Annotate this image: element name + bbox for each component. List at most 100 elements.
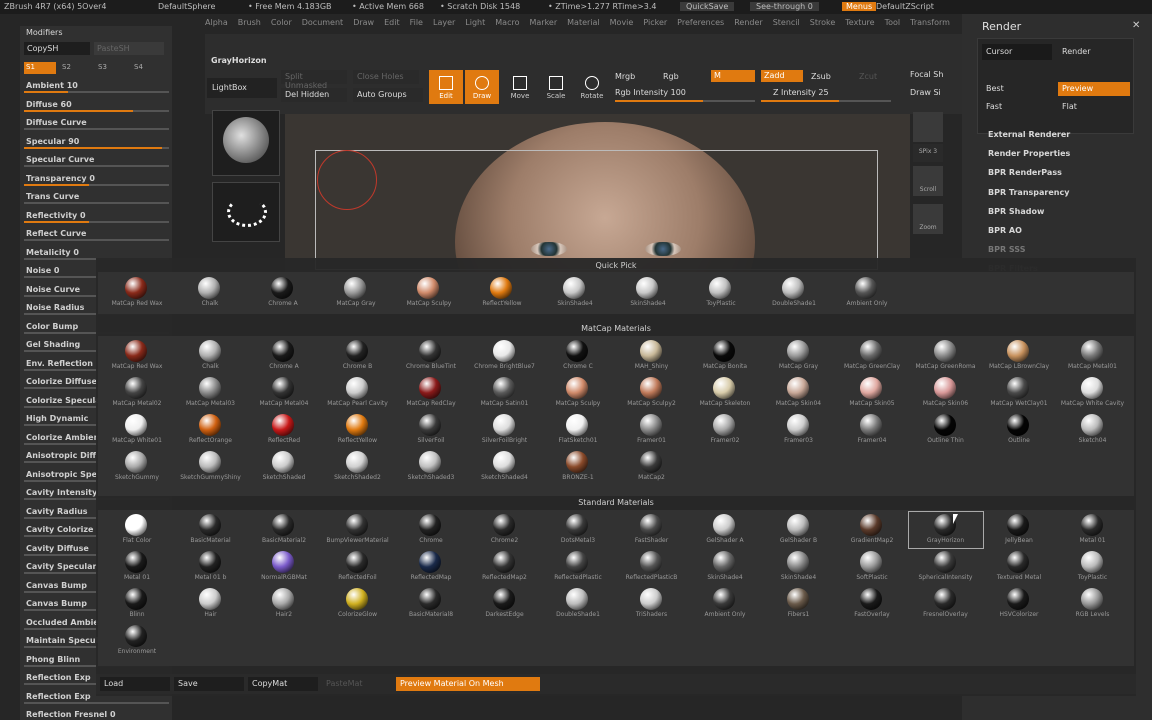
menu-item-movie[interactable]: Movie: [610, 18, 634, 27]
material-swatch[interactable]: Blinn: [100, 586, 174, 622]
material-swatch[interactable]: Chrome2: [468, 512, 542, 548]
flat-button[interactable]: Flat: [1058, 100, 1130, 114]
preview-material-on-mesh-button[interactable]: Preview Material On Mesh: [396, 677, 540, 691]
spix-slider[interactable]: SPix 3: [913, 144, 943, 162]
focal-shift-slider[interactable]: Focal Sh: [910, 70, 943, 79]
mrgb-button[interactable]: Mrgb: [615, 72, 635, 81]
material-swatch[interactable]: SkinShade4: [611, 275, 685, 311]
material-swatch[interactable]: FastOverlay: [835, 586, 909, 622]
move-button[interactable]: Move: [503, 70, 537, 104]
shader-slot-3[interactable]: S3: [96, 62, 128, 74]
material-swatch[interactable]: Chalk: [174, 338, 248, 374]
material-swatch[interactable]: BumpViewerMaterial: [321, 512, 395, 548]
material-swatch[interactable]: Outline Thin: [909, 412, 983, 448]
close-icon[interactable]: ✕: [1132, 20, 1140, 31]
material-swatch[interactable]: Framer01: [615, 412, 689, 448]
menu-item-file[interactable]: File: [410, 18, 423, 27]
material-swatch[interactable]: BasicMaterial2: [247, 512, 321, 548]
material-swatch[interactable]: TriShaders: [615, 586, 689, 622]
material-swatch[interactable]: ReflectOrange: [174, 412, 248, 448]
menu-item-texture[interactable]: Texture: [845, 18, 874, 27]
material-swatch[interactable]: MatCap Metal04: [247, 375, 321, 411]
material-swatch[interactable]: Flat Color: [100, 512, 174, 548]
material-swatch[interactable]: MatCap RedClay: [394, 375, 468, 411]
current-stroke-thumbnail[interactable]: [212, 182, 280, 242]
modifier-slider[interactable]: Reflection Fresnel 0: [24, 709, 169, 720]
material-swatch[interactable]: DoubleShade1: [541, 586, 615, 622]
material-swatch[interactable]: MatCap Metal01: [1056, 338, 1130, 374]
rotate-button[interactable]: Rotate: [575, 70, 609, 104]
material-swatch[interactable]: MatCap2: [615, 449, 689, 485]
material-swatch[interactable]: RGB Levels: [1056, 586, 1130, 622]
material-swatch[interactable]: SketchShaded4: [468, 449, 542, 485]
modifier-slider[interactable]: Diffuse Curve: [24, 117, 169, 131]
material-swatch[interactable]: MatCap LBrownClay: [982, 338, 1056, 374]
material-swatch[interactable]: Hair: [174, 586, 248, 622]
material-swatch[interactable]: DarkestEdge: [468, 586, 542, 622]
material-swatch[interactable]: Ambient Only: [830, 275, 904, 311]
material-swatch[interactable]: Chrome A: [246, 275, 320, 311]
material-swatch[interactable]: MatCap White Cavity: [1056, 375, 1130, 411]
material-swatch[interactable]: DotsMetal3: [541, 512, 615, 548]
zcut-button[interactable]: Zcut: [859, 72, 877, 81]
material-swatch[interactable]: Metal 01: [1056, 512, 1130, 548]
menu-item-marker[interactable]: Marker: [529, 18, 557, 27]
menus-button[interactable]: Menus: [842, 2, 877, 11]
zoom-button[interactable]: Zoom: [913, 204, 943, 234]
bpr-button[interactable]: [913, 112, 943, 142]
material-swatch[interactable]: Framer04: [835, 412, 909, 448]
material-swatch[interactable]: MatCap Sculpy2: [615, 375, 689, 411]
menu-item-light[interactable]: Light: [465, 18, 485, 27]
fast-button[interactable]: Fast: [982, 100, 1054, 114]
render-item[interactable]: BPR RenderPass: [988, 168, 1062, 177]
material-swatch[interactable]: MatCap Gray: [319, 275, 393, 311]
z-intensity-slider[interactable]: Z Intensity 25: [773, 88, 829, 97]
render-item[interactable]: BPR AO: [988, 226, 1022, 235]
menu-item-material[interactable]: Material: [567, 18, 600, 27]
material-swatch[interactable]: SkinShade4: [538, 275, 612, 311]
material-swatch[interactable]: SketchShaded2: [321, 449, 395, 485]
material-swatch[interactable]: GelShader B: [762, 512, 836, 548]
material-swatch[interactable]: Framer03: [762, 412, 836, 448]
material-swatch[interactable]: ReflectedFoil: [321, 549, 395, 585]
material-swatch[interactable]: Sketch04: [1056, 412, 1130, 448]
material-swatch[interactable]: SilverFoil: [394, 412, 468, 448]
material-swatch[interactable]: MatCap Sculpy: [392, 275, 466, 311]
modifier-slider[interactable]: Reflect Curve: [24, 228, 169, 242]
menu-item-macro[interactable]: Macro: [495, 18, 519, 27]
menu-item-picker[interactable]: Picker: [643, 18, 667, 27]
material-swatch[interactable]: Ambient Only: [688, 586, 762, 622]
render-item[interactable]: BPR SSS: [988, 245, 1025, 254]
material-swatch[interactable]: SketchShaded: [247, 449, 321, 485]
scale-button[interactable]: Scale: [539, 70, 573, 104]
material-swatch[interactable]: Metal 01 b: [174, 549, 248, 585]
draw-size-slider[interactable]: Draw Si: [910, 88, 941, 97]
material-swatch[interactable]: SilverFoilBright: [468, 412, 542, 448]
draw-button[interactable]: Draw: [465, 70, 499, 104]
material-swatch[interactable]: SketchGummyShiny: [174, 449, 248, 485]
material-swatch[interactable]: HSVColorizer: [982, 586, 1056, 622]
material-swatch[interactable]: GrayHorizon: [907, 511, 984, 549]
material-swatch[interactable]: SketchShaded3: [394, 449, 468, 485]
material-swatch[interactable]: BasicMaterial8: [394, 586, 468, 622]
material-swatch[interactable]: BasicMaterial: [174, 512, 248, 548]
material-swatch[interactable]: MatCap Skin04: [762, 375, 836, 411]
split-unmasked-button[interactable]: Split Unmasked: [281, 70, 347, 90]
menu-item-alpha[interactable]: Alpha: [205, 18, 228, 27]
rgb-button[interactable]: Rgb: [663, 72, 679, 81]
menu-item-stencil[interactable]: Stencil: [773, 18, 800, 27]
material-swatch[interactable]: Chrome BlueTint: [394, 338, 468, 374]
pastemat-button[interactable]: PasteMat: [322, 677, 392, 691]
zsub-button[interactable]: Zsub: [811, 72, 831, 81]
material-swatch[interactable]: FlatSketch01: [541, 412, 615, 448]
material-swatch[interactable]: JellyBean: [982, 512, 1056, 548]
material-swatch[interactable]: Chrome A: [247, 338, 321, 374]
material-swatch[interactable]: Chrome C: [541, 338, 615, 374]
menu-item-brush[interactable]: Brush: [238, 18, 261, 27]
material-swatch[interactable]: Chrome BrightBlue7: [468, 338, 542, 374]
material-swatch[interactable]: BRONZE-1: [541, 449, 615, 485]
render-item[interactable]: BPR Shadow: [988, 207, 1044, 216]
material-swatch[interactable]: ReflectYellow: [321, 412, 395, 448]
menu-item-render[interactable]: Render: [734, 18, 762, 27]
material-swatch[interactable]: ColorizeGlow: [321, 586, 395, 622]
